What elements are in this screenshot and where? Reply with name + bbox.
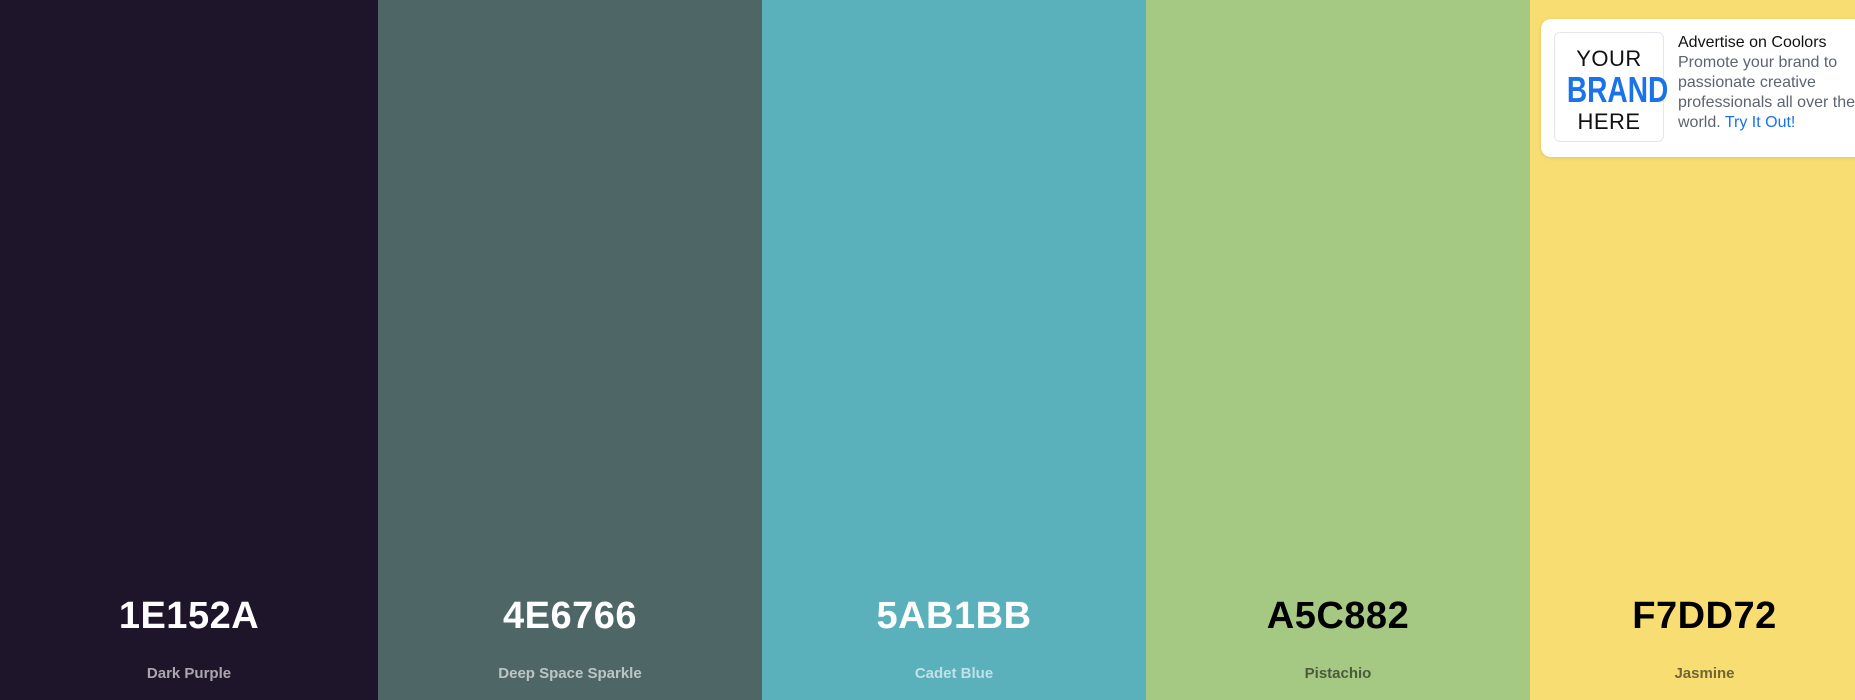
logo-text-your: YOUR — [1576, 46, 1642, 71]
logo-text-here: HERE — [1577, 109, 1641, 134]
logo-text-brand: BRAND — [1566, 69, 1669, 110]
ad-body: Promote your brand to passionate creativ… — [1678, 53, 1855, 133]
swatch-dark-purple[interactable]: 1E152A Dark Purple — [0, 0, 378, 700]
swatch-hex-code[interactable]: F7DD72 — [1530, 590, 1855, 642]
swatch-color-name[interactable]: Cadet Blue — [762, 664, 1146, 684]
brand-logo-placeholder[interactable]: YOUR BRAND HERE — [1554, 32, 1669, 142]
try-it-out-link[interactable]: Try It Out! — [1725, 114, 1796, 131]
swatch-pistachio[interactable]: A5C882 Pistachio — [1146, 0, 1530, 700]
swatch-hex-code[interactable]: 1E152A — [0, 590, 378, 642]
swatch-color-name[interactable]: Deep Space Sparkle — [378, 664, 762, 684]
swatch-color-name[interactable]: Dark Purple — [0, 664, 378, 684]
swatch-hex-code[interactable]: 4E6766 — [378, 590, 762, 642]
swatch-color-name[interactable]: Pistachio — [1146, 664, 1530, 684]
advertisement-card[interactable]: YOUR BRAND HERE Advertise on Coolors Pro… — [1541, 19, 1855, 157]
swatch-deep-space-sparkle[interactable]: 4E6766 Deep Space Sparkle — [378, 0, 762, 700]
ad-title[interactable]: Advertise on Coolors — [1678, 33, 1827, 53]
swatch-cadet-blue[interactable]: 5AB1BB Cadet Blue — [762, 0, 1146, 700]
swatch-color-name[interactable]: Jasmine — [1530, 664, 1855, 684]
swatch-hex-code[interactable]: 5AB1BB — [762, 590, 1146, 642]
swatch-hex-code[interactable]: A5C882 — [1146, 590, 1530, 642]
